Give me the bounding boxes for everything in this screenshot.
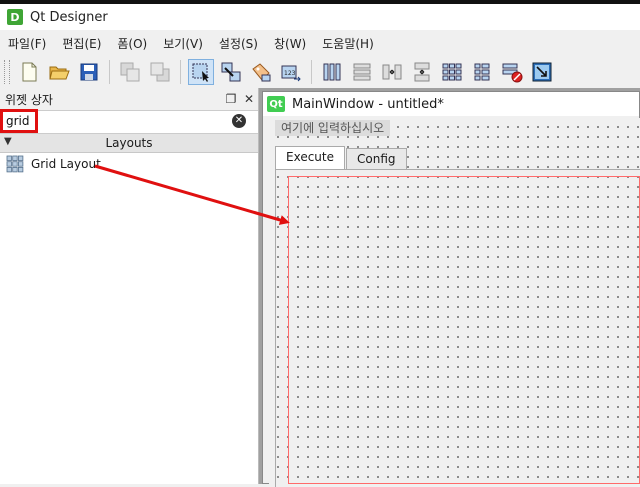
menu-window[interactable]: 창(W) [266, 35, 314, 52]
edit-tab-order-button[interactable]: 123 [278, 59, 304, 85]
window-title: Qt Designer [30, 9, 108, 25]
layout-v-splitter-icon [414, 62, 430, 82]
open-file-button[interactable] [46, 59, 72, 85]
qt-designer-icon: D [7, 9, 23, 25]
subwindow-title-bar[interactable]: Qt MainWindow - untitled* [263, 92, 639, 116]
float-dock-icon[interactable]: ❐ [222, 92, 240, 106]
menu-settings[interactable]: 설정(S) [211, 35, 266, 52]
open-folder-icon [49, 66, 70, 80]
tab-bar: Execute Config [275, 146, 408, 169]
tab-execute[interactable]: Execute [275, 146, 345, 169]
tab-config[interactable]: Config [346, 148, 407, 169]
layout-h-splitter-icon [382, 64, 402, 80]
layout-horizontal-icon [323, 63, 341, 81]
layout-drop-target [288, 176, 640, 484]
edit-buddies-icon [252, 63, 271, 82]
subwindow-title: MainWindow - untitled* [292, 96, 444, 112]
new-file-icon [22, 62, 37, 82]
send-to-back-button[interactable] [117, 59, 143, 85]
menu-type-here-placeholder[interactable]: 여기에 입력하십시오 [275, 120, 391, 136]
save-button[interactable] [76, 59, 102, 85]
send-to-back-icon [120, 62, 140, 82]
widget-item-label: Grid Layout [31, 157, 101, 171]
break-layout-button[interactable] [499, 59, 525, 85]
edit-signals-slots-button[interactable] [218, 59, 244, 85]
layout-grid-icon [442, 63, 462, 81]
edit-signals-slots-icon [221, 62, 241, 82]
menu-help[interactable]: 도움말(H) [314, 35, 382, 52]
break-layout-icon [502, 63, 523, 83]
layout-h-splitter-button[interactable] [379, 59, 405, 85]
search-highlight-box [0, 109, 38, 133]
layout-v-splitter-button[interactable] [409, 59, 435, 85]
category-header-layouts[interactable]: ▼ Layouts [0, 134, 258, 153]
toolbar-separator [180, 60, 181, 84]
edit-widgets-icon [192, 63, 209, 82]
category-label: Layouts [105, 136, 153, 150]
menu-file[interactable]: 파일(F) [0, 35, 54, 52]
save-icon [80, 63, 98, 81]
toolbar-separator [109, 60, 110, 84]
chevron-down-icon: ▼ [4, 136, 12, 147]
edit-buddies-button[interactable] [248, 59, 274, 85]
svg-text:123: 123 [284, 70, 296, 77]
layout-vertical-button[interactable] [349, 59, 375, 85]
qt-logo-icon: Qt [267, 96, 285, 112]
clear-search-icon[interactable]: ✕ [232, 114, 246, 128]
menu-bar: 파일(F) 편집(E) 폼(O) 보기(V) 설정(S) 창(W) 도움말(H) [0, 30, 640, 56]
adjust-size-button[interactable] [529, 59, 555, 85]
dock-title: 위젯 상자 [5, 92, 53, 107]
widget-box-dock: 위젯 상자 ❐ ✕ ✕ ▼ Layouts Grid Layout [0, 88, 259, 484]
edit-tab-order-icon: 123 [281, 65, 301, 82]
bring-to-front-icon [150, 62, 170, 82]
menu-form[interactable]: 폼(O) [109, 35, 155, 52]
new-file-button[interactable] [16, 59, 42, 85]
bring-to-front-button[interactable] [147, 59, 173, 85]
adjust-size-icon [532, 62, 552, 82]
main-toolbar: 123 [0, 56, 640, 88]
layout-horizontal-button[interactable] [319, 59, 345, 85]
menu-edit[interactable]: 편집(E) [54, 35, 109, 52]
toolbar-separator [311, 60, 312, 84]
toolbar-grip[interactable] [4, 60, 10, 84]
dock-header: 위젯 상자 ❐ ✕ [0, 88, 258, 111]
grid-layout-icon [6, 155, 24, 173]
title-bar: D Qt Designer [0, 4, 640, 30]
close-dock-icon[interactable]: ✕ [240, 92, 258, 106]
layout-vertical-icon [353, 63, 371, 81]
menu-view[interactable]: 보기(V) [155, 35, 211, 52]
layout-form-button[interactable] [469, 59, 495, 85]
layout-form-icon [474, 63, 490, 81]
layout-grid-button[interactable] [439, 59, 465, 85]
edit-widgets-button[interactable] [188, 59, 214, 85]
widget-item-grid-layout[interactable]: Grid Layout [0, 153, 258, 175]
widget-search-row: ✕ [0, 109, 258, 134]
